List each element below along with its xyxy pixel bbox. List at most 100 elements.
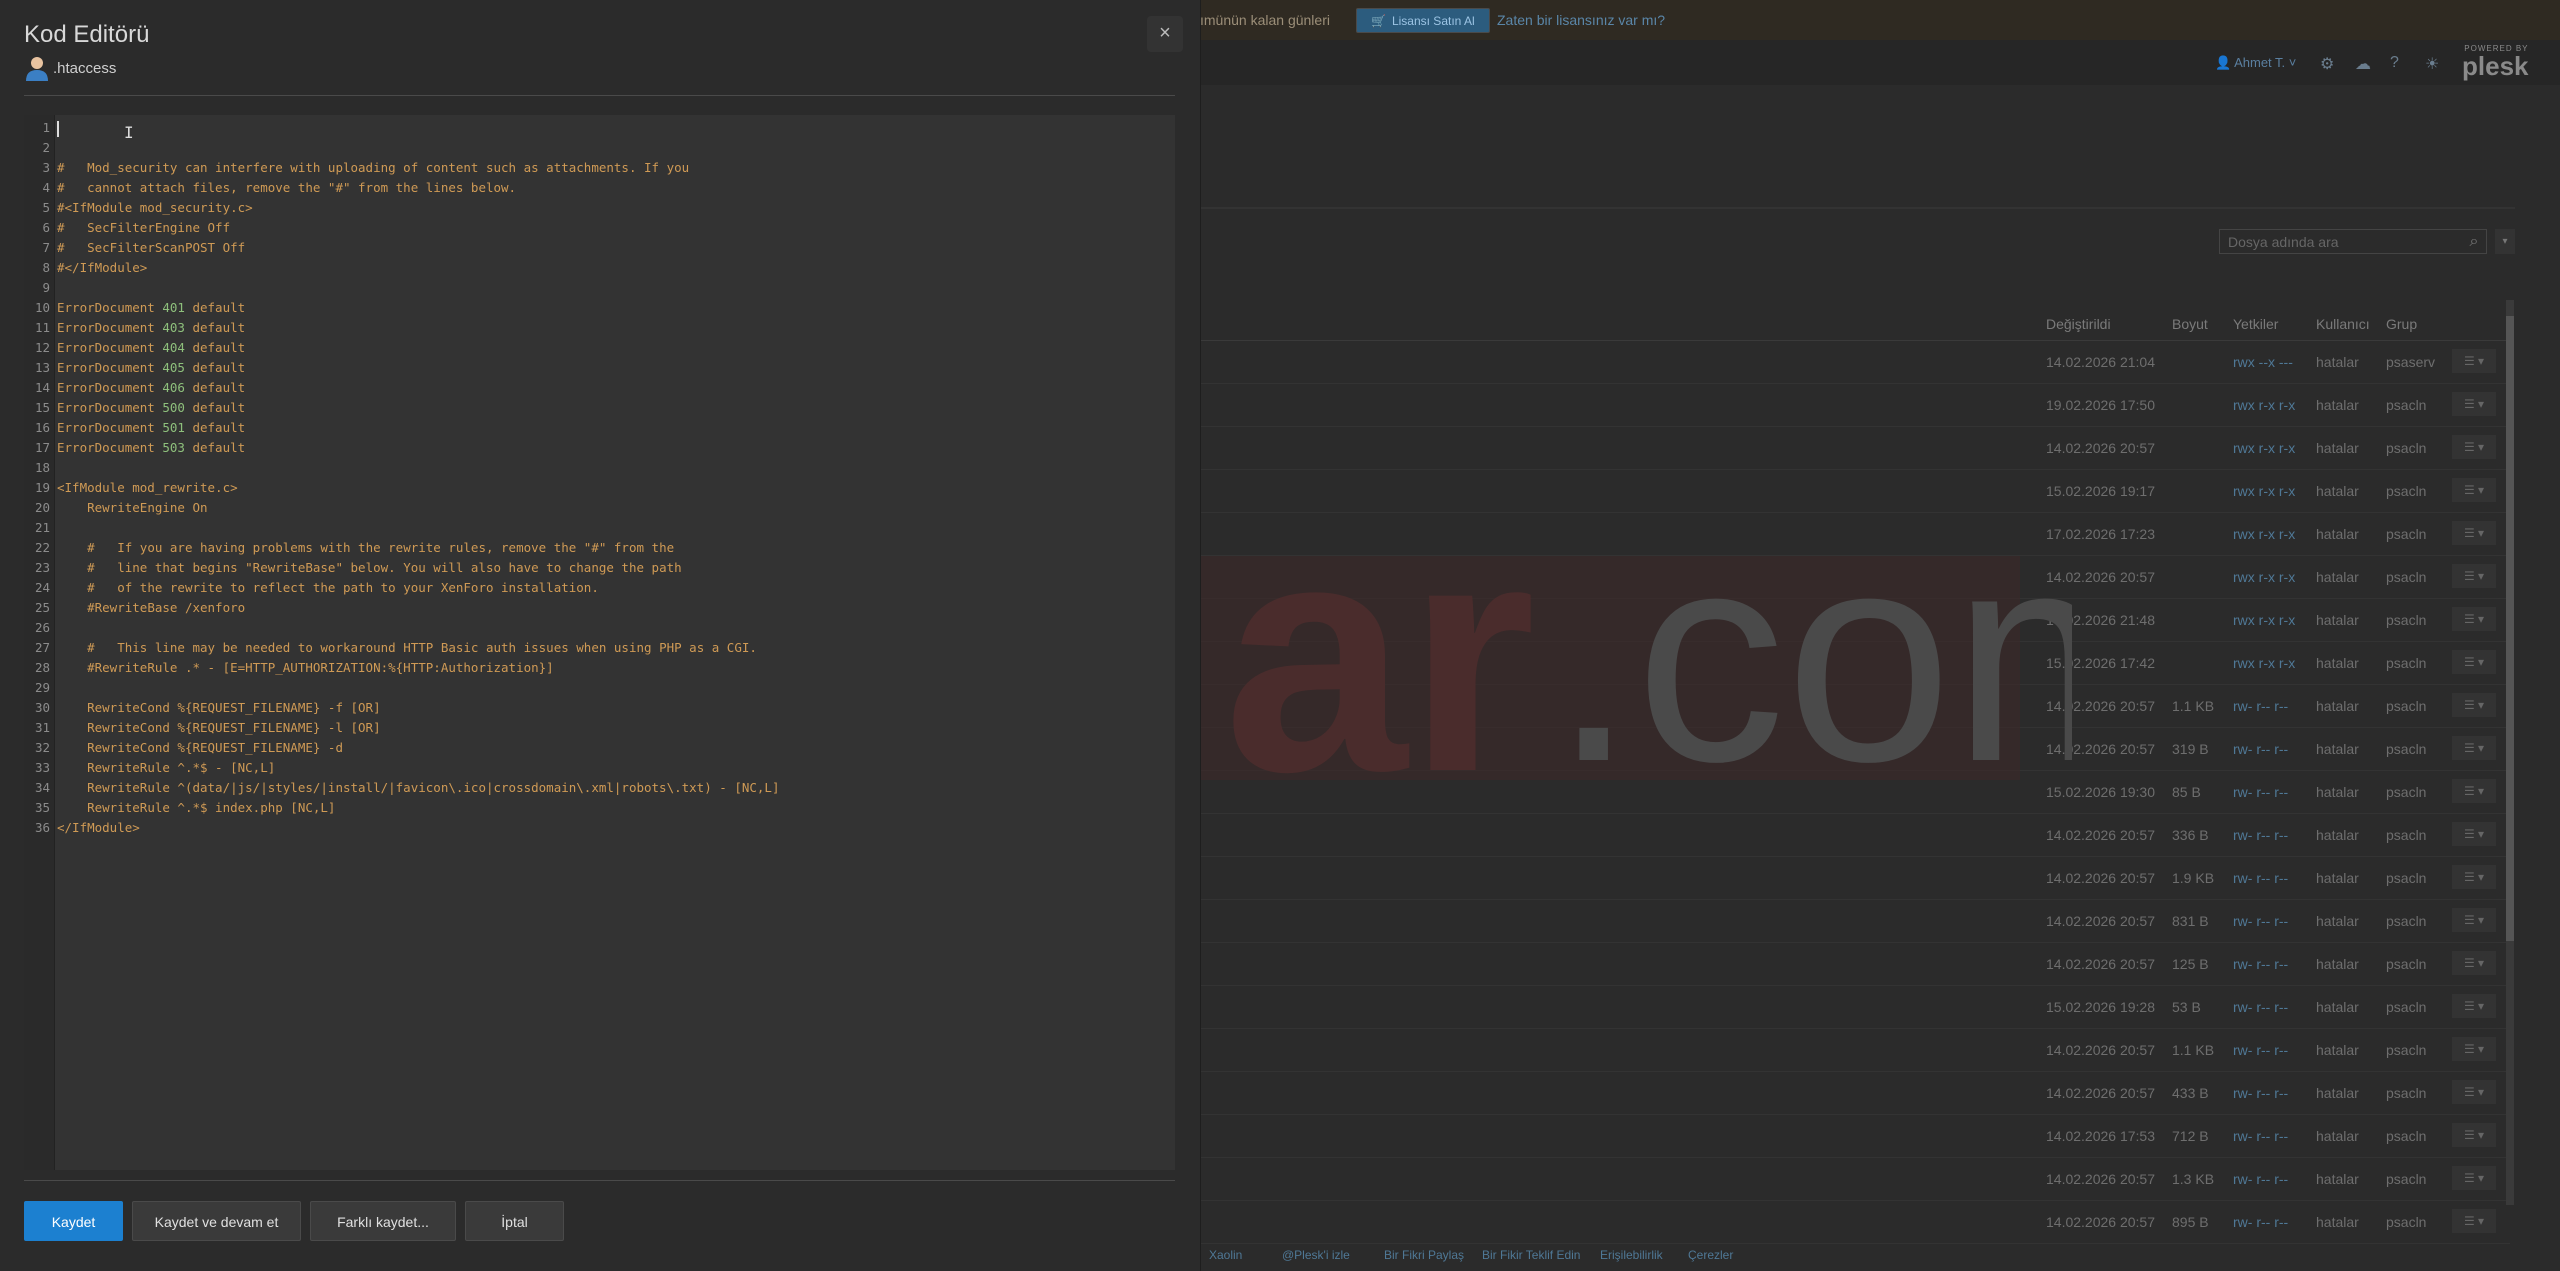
cloud-icon[interactable]: ☁ [2355,54,2371,74]
row-menu-button[interactable]: ☰ ▾ [2452,478,2496,502]
cell-permissions[interactable]: rwx --x --- [2233,354,2293,370]
code-line[interactable]: ErrorDocument 403 default [57,318,245,338]
row-menu-button[interactable]: ☰ ▾ [2452,564,2496,588]
scrollbar-thumb[interactable] [2506,316,2514,941]
save-and-continue-button[interactable]: Kaydet ve devam et [132,1201,301,1241]
cell-permissions[interactable]: rw- r-- r-- [2233,913,2288,929]
row-menu-button[interactable]: ☰ ▾ [2452,693,2496,717]
code-line[interactable]: ErrorDocument 406 default [57,378,245,398]
table-row[interactable]: 14.02.2026 21:48 rwx r-x r-x hatalar psacln… [1200,599,2510,642]
row-menu-button[interactable]: ☰ ▾ [2452,736,2496,760]
table-row[interactable]: 14.02.2026 20:57 831 B rw- r-- r-- hatalar p… [1200,900,2510,943]
table-row[interactable]: 14.02.2026 20:57 1.3 KB rw- r-- r-- hatalar… [1200,1158,2510,1201]
file-search-input[interactable]: Dosya adında ara [2219,229,2487,254]
code-line[interactable]: RewriteRule ^(data/|js/|styles/|install/… [57,778,779,798]
row-menu-button[interactable]: ☰ ▾ [2452,650,2496,674]
save-as-button[interactable]: Farklı kaydet... [310,1201,456,1241]
cell-permissions[interactable]: rw- r-- r-- [2233,870,2288,886]
table-row[interactable]: 14.02.2026 20:57 rwx r-x r-x hatalar psacln… [1200,427,2510,470]
cell-permissions[interactable]: rw- r-- r-- [2233,698,2288,714]
col-user[interactable]: Kullanıcı [2316,316,2370,332]
cell-permissions[interactable]: rwx r-x r-x [2233,397,2295,413]
code-line[interactable]: RewriteRule ^.*$ - [NC,L] [57,758,275,778]
cell-permissions[interactable]: rwx r-x r-x [2233,569,2295,585]
code-line[interactable]: ErrorDocument 503 default [57,438,245,458]
code-line[interactable]: # of the rewrite to reflect the path to … [57,578,599,598]
code-line[interactable]: RewriteCond %{REQUEST_FILENAME} -l [OR] [57,718,381,738]
cell-permissions[interactable]: rw- r-- r-- [2233,956,2288,972]
code-line[interactable]: RewriteEngine On [57,498,207,518]
cell-permissions[interactable]: rw- r-- r-- [2233,1171,2288,1187]
cell-permissions[interactable]: rw- r-- r-- [2233,1085,2288,1101]
file-list-scrollbar[interactable] [2506,300,2514,1205]
footer-link[interactable]: Bir Fikir Teklif Edin [1482,1248,1580,1262]
code-line[interactable]: RewriteCond %{REQUEST_FILENAME} -d [57,738,343,758]
footer-link[interactable]: Xaolin [1209,1248,1242,1262]
have-license-link[interactable]: Zaten bir lisansınız var mı? [1497,12,1665,28]
footer-link[interactable]: Çerezler [1688,1248,1733,1262]
code-line[interactable]: </IfModule> [57,818,140,838]
code-line[interactable]: # SecFilterScanPOST Off [57,238,245,258]
code-line[interactable]: <IfModule mod_rewrite.c> [57,478,238,498]
code-editor[interactable]: 1 2 3 4 5 6 7 8 9 10 11 12 13 14 15 16 17 18 19 20 21 22 23 24 2… [24,115,1175,1170]
row-menu-button[interactable]: ☰ ▾ [2452,435,2496,459]
code-line[interactable]: ErrorDocument 405 default [57,358,245,378]
table-row[interactable]: 14.02.2026 20:57 1.1 KB rw- r-- r-- hatalar… [1200,1029,2510,1072]
code-line[interactable]: # Mod_security can interfere with upload… [57,158,689,178]
row-menu-button[interactable]: ☰ ▾ [2452,392,2496,416]
col-modified[interactable]: Değiştirildi [2046,316,2111,332]
code-line[interactable]: #</IfModule> [57,258,147,278]
table-row[interactable]: 14.02.2026 20:57 1.1 KB rw- r-- r-- hatalar… [1200,685,2510,728]
footer-link[interactable]: Erişilebilirlik [1600,1248,1663,1262]
cell-permissions[interactable]: rwx r-x r-x [2233,655,2295,671]
close-button[interactable]: × [1147,16,1183,52]
cell-permissions[interactable]: rwx r-x r-x [2233,612,2295,628]
row-menu-button[interactable]: ☰ ▾ [2452,1080,2496,1104]
table-row[interactable]: 17.02.2026 17:23 rwx r-x r-x hatalar psacln… [1200,513,2510,556]
extensions-icon[interactable]: ⚙ [2320,54,2334,74]
code-line[interactable]: RewriteCond %{REQUEST_FILENAME} -f [OR] [57,698,381,718]
row-menu-button[interactable]: ☰ ▾ [2452,779,2496,803]
user-menu[interactable]: 👤 Ahmet T. ˅ [2215,55,2296,71]
code-line[interactable]: ErrorDocument 401 default [57,298,245,318]
table-row[interactable]: 15.02.2026 19:30 85 B rw- r-- r-- hatalar ps… [1200,771,2510,814]
row-menu-button[interactable]: ☰ ▾ [2452,994,2496,1018]
table-row[interactable]: 15.02.2026 17:42 rwx r-x r-x hatalar psacln… [1200,642,2510,685]
row-menu-button[interactable]: ☰ ▾ [2452,1209,2496,1233]
table-row[interactable]: 14.02.2026 20:57 433 B rw- r-- r-- hatalar p… [1200,1072,2510,1115]
save-button[interactable]: Kaydet [24,1201,123,1241]
code-line[interactable]: ErrorDocument 404 default [57,338,245,358]
table-row[interactable]: 14.02.2026 20:57 1.9 KB rw- r-- r-- hatalar… [1200,857,2510,900]
footer-link[interactable]: Bir Fikri Paylaş [1384,1248,1464,1262]
col-size[interactable]: Boyut [2172,316,2208,332]
code-line[interactable]: ErrorDocument 500 default [57,398,245,418]
code-line[interactable]: ErrorDocument 501 default [57,418,245,438]
row-menu-button[interactable]: ☰ ▾ [2452,951,2496,975]
col-group[interactable]: Grup [2386,316,2417,332]
table-row[interactable]: 15.02.2026 19:28 53 B rw- r-- r-- hatalar ps… [1200,986,2510,1029]
buy-license-button[interactable]: 🛒 Lisansı Satın Al [1356,8,1490,33]
cell-permissions[interactable]: rw- r-- r-- [2233,1042,2288,1058]
table-row[interactable]: 14.02.2026 17:53 712 B rw- r-- r-- hatalar p… [1200,1115,2510,1158]
search-options-dropdown[interactable]: ▾ [2495,229,2515,254]
table-row[interactable]: 14.02.2026 21:04 rwx --x --- hatalar psaser… [1200,341,2510,384]
cell-permissions[interactable]: rw- r-- r-- [2233,741,2288,757]
cell-permissions[interactable]: rwx r-x r-x [2233,483,2295,499]
table-row[interactable]: 14.02.2026 20:57 319 B rw- r-- r-- hatalar p… [1200,728,2510,771]
cell-permissions[interactable]: rw- r-- r-- [2233,784,2288,800]
search-icon[interactable]: ⌕ [2462,230,2486,253]
code-line[interactable]: #RewriteRule .* - [E=HTTP_AUTHORIZATION:… [57,658,554,678]
code-line[interactable]: # If you are having problems with the re… [57,538,674,558]
help-icon[interactable]: ? [2390,54,2399,72]
cell-permissions[interactable]: rwx r-x r-x [2233,440,2295,456]
table-row[interactable]: 14.02.2026 20:57 125 B rw- r-- r-- hatalar p… [1200,943,2510,986]
table-row[interactable]: 15.02.2026 19:17 rwx r-x r-x hatalar psacln… [1200,470,2510,513]
code-line[interactable]: # This line may be needed to workaround … [57,638,757,658]
cell-permissions[interactable]: rw- r-- r-- [2233,999,2288,1015]
cell-permissions[interactable]: rw- r-- r-- [2233,1214,2288,1230]
row-menu-button[interactable]: ☰ ▾ [2452,908,2496,932]
row-menu-button[interactable]: ☰ ▾ [2452,1166,2496,1190]
code-line[interactable]: RewriteRule ^.*$ index.php [NC,L] [57,798,335,818]
row-menu-button[interactable]: ☰ ▾ [2452,1037,2496,1061]
cell-permissions[interactable]: rw- r-- r-- [2233,827,2288,843]
